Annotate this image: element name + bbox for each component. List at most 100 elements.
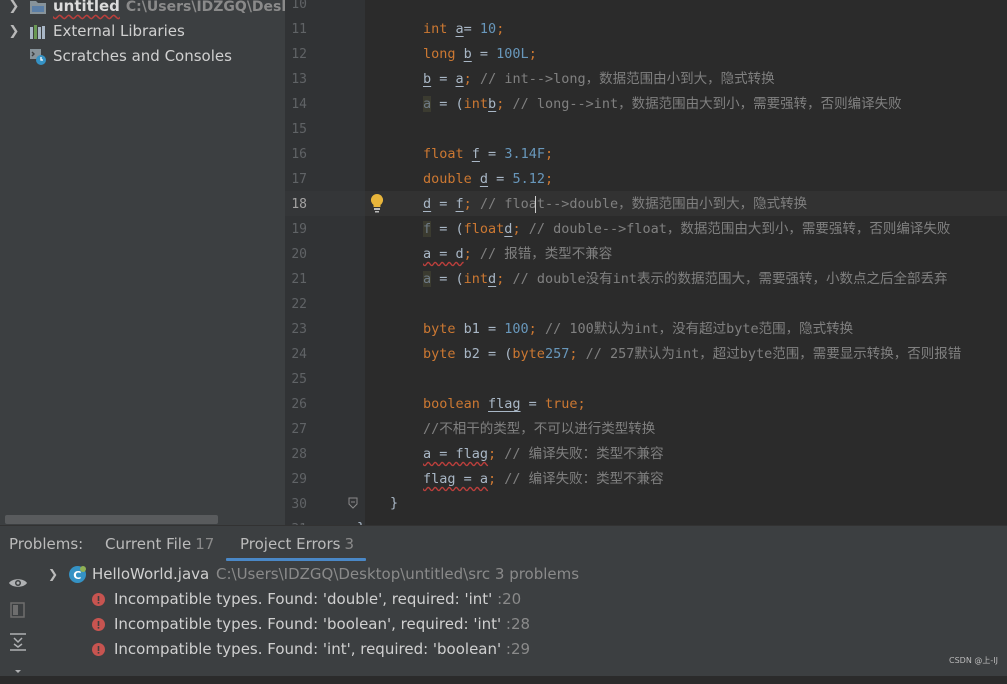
code-line[interactable]: long b = 100L; xyxy=(423,42,537,67)
code-editor[interactable]: 10 11 12 13 14 15 16 17 18 19 20 21 22 23 24 25 26 27 28 29… xyxy=(285,0,1007,525)
partial-brace: } xyxy=(357,516,365,525)
problems-toolbar xyxy=(0,561,36,676)
line-number: 21 xyxy=(291,272,307,287)
code-token: f xyxy=(471,146,480,162)
code-line[interactable]: boolean flag = true; xyxy=(423,392,586,417)
code-token: ; xyxy=(463,246,472,262)
code-token: ; xyxy=(544,146,554,162)
code-token: 3.14F xyxy=(504,146,545,162)
preview-pane-icon[interactable] xyxy=(8,600,28,620)
code-token: a xyxy=(455,21,464,37)
code-token: byte xyxy=(423,321,464,337)
eye-icon[interactable] xyxy=(8,573,28,593)
problem-item[interactable]: Incompatible types. Found: 'int', requir… xyxy=(92,637,612,662)
line-number: 24 xyxy=(291,347,307,362)
code-token: float xyxy=(423,146,472,162)
code-token: ; xyxy=(463,196,472,212)
code-token: 257 xyxy=(544,346,570,362)
code-token: d xyxy=(423,196,432,212)
code-line[interactable]: a = (intb; // long-->int，数据范围由大到小，需要强转，否… xyxy=(423,92,902,117)
chevron-down-icon[interactable]: ❯ xyxy=(48,562,58,587)
code-token: // 100默认为int，没有超过byte范围，隐式转换 xyxy=(536,321,854,337)
code-token: = xyxy=(431,71,456,87)
problem-item[interactable]: Incompatible types. Found: 'boolean', re… xyxy=(92,612,612,637)
code-token: double xyxy=(423,171,480,187)
code-token: a = flag xyxy=(423,446,489,462)
code-line[interactable]: d = f; // float-->double，数据范围由小到大，隐式转换 xyxy=(423,192,807,217)
tab-project-errors[interactable]: Project Errors 3 xyxy=(240,526,354,561)
chevron-down-icon[interactable] xyxy=(8,664,28,684)
line-number: 29 xyxy=(291,472,307,487)
problem-count: 3 problems xyxy=(494,565,580,583)
code-token: = xyxy=(431,196,456,212)
problem-line: :20 xyxy=(497,590,522,608)
tree-item-path: C:\Users\IDZGQ\Desktop\untitled xyxy=(125,0,285,15)
code-token: a xyxy=(423,96,432,112)
code-token: = ( xyxy=(431,96,464,112)
code-token: = ( xyxy=(431,221,464,237)
code-token: int xyxy=(463,96,489,112)
code-token: // double没有int表示的数据范围大，需要强转，小数点之后全部丢弃 xyxy=(504,271,948,287)
problem-message: Incompatible types. Found: 'int', requir… xyxy=(114,640,502,658)
code-line[interactable]: a = d; // 报错，类型不兼容 xyxy=(423,242,612,267)
code-line[interactable]: a = (intd; // double没有int表示的数据范围大，需要强转，小… xyxy=(423,267,948,292)
code-token: // double-->float，数据范围由大到小，需要强转，否则编译失败 xyxy=(520,221,951,237)
fold-marker-icon[interactable] xyxy=(348,497,358,509)
tree-item-scratches[interactable]: Scratches and Consoles xyxy=(0,44,285,69)
code-token: ; xyxy=(496,21,505,37)
problem-file-row[interactable]: ❯ C HelloWorld.java C:\Users\IDZGQ\Deskt… xyxy=(44,562,664,587)
code-token: f xyxy=(423,221,432,237)
module-folder-icon xyxy=(30,1,46,14)
code-token: //不相干的类型，不可以进行类型转换 xyxy=(423,421,656,437)
lightbulb-icon[interactable] xyxy=(369,193,385,213)
code-token: ; xyxy=(528,46,537,62)
tab-problems-title: Problems: xyxy=(9,535,84,553)
expand-all-icon[interactable] xyxy=(8,632,28,652)
tab-count: 3 xyxy=(344,535,355,553)
code-token: // long-->int，数据范围由大到小，需要强转，否则编译失败 xyxy=(504,96,902,112)
code-token: float xyxy=(463,221,505,237)
tree-item-external-libraries[interactable]: ❯ External Libraries xyxy=(0,19,285,44)
code-line[interactable]: b = a; // int-->long，数据范围由小到大，隐式转换 xyxy=(423,67,775,92)
code-token: b2 = ( xyxy=(463,346,513,362)
line-number: 22 xyxy=(291,297,307,312)
code-line[interactable]: byte b2 = (byte257; // 257默认为int，超过byte范… xyxy=(423,342,961,367)
tree-item-untitled[interactable]: ❯ untitled C:\Users\IDZGQ\Desktop\untitle… xyxy=(0,0,285,19)
code-line[interactable]: byte b1 = 100; // 100默认为int，没有超过byte范围，隐… xyxy=(423,317,853,342)
code-token: // 编译失败：类型不兼容 xyxy=(496,446,664,462)
line-number: 13 xyxy=(291,72,307,87)
code-line[interactable]: f = (floatd; // double-->float，数据范围由大到小，… xyxy=(423,217,950,242)
line-number: 15 xyxy=(291,122,307,137)
code-token: = ( xyxy=(431,271,464,287)
code-token: b xyxy=(423,71,432,87)
chevron-right-icon[interactable]: ❯ xyxy=(8,0,20,19)
tab-count: 17 xyxy=(195,535,215,553)
code-token: flag xyxy=(488,396,521,412)
code-line[interactable]: int a= 10; xyxy=(423,17,504,42)
svg-text:C: C xyxy=(73,569,81,582)
tree-item-label: External Libraries xyxy=(53,22,185,40)
code-token: // 257默认为int，超过byte范围，需要显示转换，否则报错 xyxy=(577,346,962,362)
code-token: long xyxy=(423,46,464,62)
code-token: int xyxy=(423,21,456,37)
code-token: 100 xyxy=(504,321,529,337)
code-token: boolean xyxy=(423,396,489,412)
line-number: 19 xyxy=(291,222,307,237)
code-line[interactable]: a = flag; // 编译失败：类型不兼容 xyxy=(423,442,664,467)
code-token: a = d xyxy=(423,246,464,262)
line-number: 16 xyxy=(291,147,307,162)
code-token: b1 = xyxy=(463,321,505,337)
problem-file-name: HelloWorld.java xyxy=(92,565,210,583)
line-number: 20 xyxy=(291,247,307,262)
code-line[interactable]: double d = 5.12; xyxy=(423,167,553,192)
chevron-right-icon[interactable]: ❯ xyxy=(8,19,20,44)
code-token: 10 xyxy=(471,21,497,37)
horizontal-scrollbar[interactable] xyxy=(5,515,218,524)
line-number: 27 xyxy=(291,422,307,437)
code-line[interactable]: flag = a; // 编译失败：类型不兼容 xyxy=(423,467,664,492)
tab-current-file[interactable]: Current File 17 xyxy=(105,526,214,561)
problem-item[interactable]: Incompatible types. Found: 'double', req… xyxy=(92,587,612,612)
code-line[interactable]: float f = 3.14F; xyxy=(423,142,553,167)
code-line[interactable]: //不相干的类型，不可以进行类型转换 xyxy=(423,417,655,442)
code-token: = xyxy=(463,21,472,37)
